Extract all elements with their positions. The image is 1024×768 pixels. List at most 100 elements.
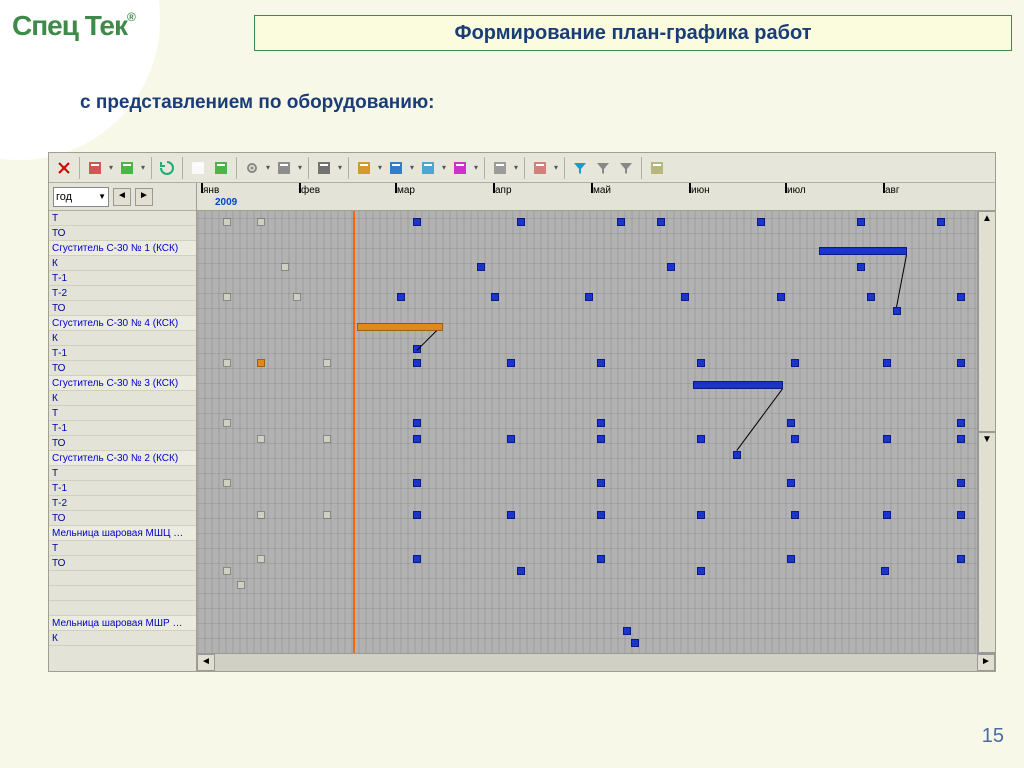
tree-group[interactable]: Сгуститель С-30 № 4 (КСК) (49, 316, 196, 331)
close-button[interactable] (53, 157, 75, 179)
tree-group[interactable]: Сгуститель С-30 № 3 (КСК) (49, 376, 196, 391)
gantt-marker[interactable] (597, 419, 605, 427)
tree-item[interactable]: Т-1 (49, 421, 196, 436)
tree-item[interactable]: Т-1 (49, 481, 196, 496)
gantt-marker[interactable] (223, 567, 231, 575)
period-select[interactable]: год▼ (53, 187, 109, 207)
stats-button[interactable] (449, 157, 471, 179)
gantt-marker[interactable] (867, 293, 875, 301)
refresh-button[interactable] (156, 157, 178, 179)
group-green-button[interactable] (116, 157, 138, 179)
gantt-marker[interactable] (957, 555, 965, 563)
scroll-left-button[interactable]: ◄ (197, 654, 215, 671)
gantt-marker[interactable] (681, 293, 689, 301)
tree-item[interactable]: Т (49, 466, 196, 481)
gantt-marker[interactable] (281, 263, 289, 271)
tree-item[interactable]: Т-2 (49, 496, 196, 511)
gantt-marker[interactable] (733, 451, 741, 459)
dropdown-caret-icon[interactable]: ▾ (440, 163, 448, 172)
gantt-marker[interactable] (883, 359, 891, 367)
gantt-marker[interactable] (413, 359, 421, 367)
gantt-marker[interactable] (857, 218, 865, 226)
gantt-marker[interactable] (857, 263, 865, 271)
tree-item[interactable]: ТО (49, 226, 196, 241)
gantt-marker[interactable] (323, 511, 331, 519)
period-prev-button[interactable]: ◄ (113, 188, 131, 206)
gantt-marker[interactable] (293, 293, 301, 301)
gantt-marker[interactable] (617, 218, 625, 226)
gantt-marker[interactable] (957, 435, 965, 443)
gantt-marker[interactable] (323, 359, 331, 367)
gantt-marker[interactable] (787, 555, 795, 563)
gantt-marker[interactable] (413, 435, 421, 443)
gantt-marker[interactable] (757, 218, 765, 226)
gantt-marker[interactable] (957, 293, 965, 301)
sheet-button[interactable] (210, 157, 232, 179)
scroll-right-button[interactable]: ► (977, 654, 995, 671)
gantt-marker[interactable] (257, 218, 265, 226)
dropdown-caret-icon[interactable]: ▾ (296, 163, 304, 172)
tree-item[interactable]: Т (49, 541, 196, 556)
dropdown-caret-icon[interactable]: ▾ (336, 163, 344, 172)
gantt-marker[interactable] (631, 639, 639, 647)
gantt-marker[interactable] (957, 419, 965, 427)
dropdown-caret-icon[interactable]: ▾ (552, 163, 560, 172)
gantt-marker[interactable] (413, 479, 421, 487)
tree-item[interactable]: ТО (49, 511, 196, 526)
tree-item[interactable]: К (49, 256, 196, 271)
export-button[interactable] (646, 157, 668, 179)
tree-group[interactable]: Сгуститель С-30 № 2 (КСК) (49, 451, 196, 466)
gantt-marker[interactable] (883, 435, 891, 443)
gantt-marker[interactable] (585, 293, 593, 301)
gantt-marker[interactable] (623, 627, 631, 635)
tree-item[interactable]: К (49, 631, 196, 646)
scroll-up-button[interactable]: ▲ (978, 211, 995, 432)
gantt-marker[interactable] (597, 435, 605, 443)
tree-item[interactable]: ТО (49, 361, 196, 376)
gantt-marker[interactable] (257, 511, 265, 519)
tree-item[interactable]: Т-2 (49, 286, 196, 301)
gantt-marker[interactable] (413, 419, 421, 427)
gantt-marker[interactable] (507, 435, 515, 443)
gantt-marker[interactable] (787, 479, 795, 487)
gantt-marker[interactable] (413, 218, 421, 226)
gantt-marker[interactable] (397, 293, 405, 301)
gantt-marker[interactable] (957, 511, 965, 519)
tree-item[interactable]: Т-1 (49, 271, 196, 286)
gantt-marker[interactable] (413, 511, 421, 519)
gantt-marker[interactable] (257, 359, 265, 367)
gantt-marker[interactable] (791, 435, 799, 443)
gantt-marker[interactable] (697, 511, 705, 519)
horizontal-scrollbar[interactable]: ◄ ► (197, 653, 995, 671)
gantt-marker[interactable] (237, 581, 245, 589)
dropdown-caret-icon[interactable]: ▾ (472, 163, 480, 172)
zoom-button[interactable] (313, 157, 335, 179)
gantt-marker[interactable] (413, 345, 421, 353)
filter-button[interactable] (569, 157, 591, 179)
tree-item[interactable]: Т (49, 211, 196, 226)
gantt-marker[interactable] (223, 293, 231, 301)
tree-group[interactable]: Мельница шаровая МШЦ № 22 (49, 526, 196, 541)
gantt-marker[interactable] (791, 511, 799, 519)
tree-item[interactable]: Т (49, 406, 196, 421)
tree-item[interactable]: Т-1 (49, 346, 196, 361)
gantt-marker[interactable] (517, 218, 525, 226)
chart-button[interactable] (385, 157, 407, 179)
gantt-marker[interactable] (507, 359, 515, 367)
gantt-marker[interactable] (477, 263, 485, 271)
dropdown-caret-icon[interactable]: ▾ (512, 163, 520, 172)
tree-group[interactable]: Сгуститель С-30 № 1 (КСК) (49, 241, 196, 256)
filter-clear-button[interactable] (615, 157, 637, 179)
pic-button[interactable] (417, 157, 439, 179)
table-button[interactable] (489, 157, 511, 179)
gantt-marker[interactable] (883, 511, 891, 519)
gantt-marker[interactable] (787, 419, 795, 427)
gantt-marker[interactable] (413, 555, 421, 563)
tree-item[interactable] (49, 601, 196, 616)
gantt-marker[interactable] (597, 479, 605, 487)
gear-button[interactable] (241, 157, 263, 179)
gantt-marker[interactable] (697, 359, 705, 367)
scroll-down-button[interactable]: ▼ (978, 432, 995, 653)
tree-group[interactable]: Мельница шаровая МШР № 15 (49, 616, 196, 631)
equipment-tree[interactable]: ТТОСгуститель С-30 № 1 (КСК)КТ-1Т-2ТОСгу… (49, 211, 196, 671)
